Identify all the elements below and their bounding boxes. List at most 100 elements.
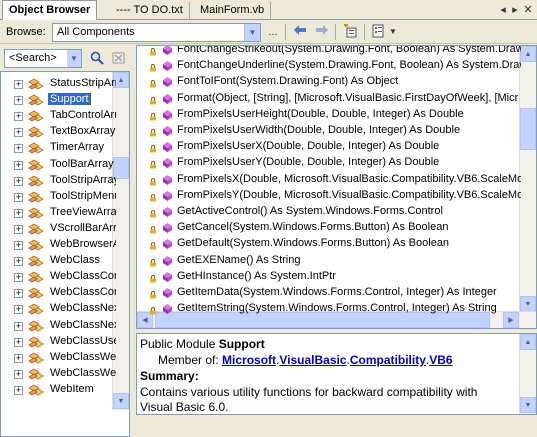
member-list-item[interactable]: FromPixelsUserWidth(Double, Double, Inte…	[137, 123, 521, 139]
tree-item[interactable]: + TabControlArr	[1, 108, 116, 124]
member-list-item[interactable]: FromPixelsY(Double, Microsoft.VisualBasi…	[137, 188, 521, 204]
tree-item[interactable]: + WebBrowserAr	[1, 237, 116, 253]
chevron-down-icon[interactable]: ▼	[388, 24, 398, 40]
tree-item[interactable]: + Support	[1, 92, 116, 108]
scroll-up-icon[interactable]: ▲	[520, 46, 536, 62]
expand-icon[interactable]: +	[14, 144, 23, 154]
scroll-up-icon[interactable]: ▲	[520, 334, 536, 350]
member-list-item[interactable]: Format(Object, [String], [Microsoft.Visu…	[137, 91, 521, 107]
class-icon	[28, 174, 44, 188]
expand-icon[interactable]: +	[14, 305, 23, 315]
tree-item[interactable]: + WebClass	[1, 253, 116, 269]
tree-item-label: WebClassNex	[50, 318, 116, 331]
expand-icon[interactable]: +	[14, 241, 23, 250]
expand-icon[interactable]: +	[14, 192, 23, 202]
expand-icon[interactable]: +	[14, 273, 23, 283]
expand-icon[interactable]: +	[14, 289, 23, 299]
member-list-item[interactable]: GetActiveControl() As System.Windows.For…	[137, 204, 521, 220]
tree-item[interactable]: + TextBoxArray	[1, 124, 116, 140]
members-pane[interactable]: ▲ ▼ ◀ ▶ FontChangeStrikeout(System.Drawi…	[136, 45, 537, 329]
expand-icon[interactable]: +	[14, 160, 23, 170]
member-list-item[interactable]: GetDefault(System.Windows.Forms.Button) …	[137, 236, 521, 252]
class-icon	[28, 158, 44, 172]
tab-todo-txt[interactable]: ---- TO DO.txt	[110, 2, 190, 20]
tab-mainform-vb[interactable]: MainForm.vb	[194, 2, 272, 20]
tree-item-label: VScrollBarArra	[50, 221, 116, 234]
expand-icon[interactable]: +	[14, 112, 23, 122]
member-list-item[interactable]: FromPixelsUserHeight(Double, Double, Int…	[137, 107, 521, 123]
tree-item[interactable]: + TreeViewArray	[1, 205, 116, 221]
tab-label: ---- TO DO.txt	[116, 4, 183, 16]
expand-icon[interactable]: +	[14, 128, 23, 138]
tree-item[interactable]: + WebClassNex	[1, 318, 116, 334]
class-icon	[28, 383, 44, 397]
member-list-item[interactable]: FromPixelsUserX(Double, Double, Integer)…	[137, 139, 521, 155]
close-icon[interactable]: ✕	[521, 3, 535, 17]
expand-icon[interactable]: +	[14, 176, 23, 186]
tree-item-label: ToolStripArray	[50, 173, 116, 186]
tree-item-label: WebClassCon	[50, 270, 116, 283]
tree-item[interactable]: + WebItem	[1, 382, 116, 398]
member-list-item[interactable]: FromPixelsX(Double, Microsoft.VisualBasi…	[137, 172, 521, 188]
scrollbar-thumb[interactable]	[520, 108, 536, 150]
back-button[interactable]	[291, 24, 309, 40]
member-list-item[interactable]: FontChangeUnderline(System.Drawing.Font,…	[137, 58, 521, 74]
tree-item[interactable]: + WebClassUse	[1, 334, 116, 350]
tree-item[interactable]: + TimerArray	[1, 140, 116, 156]
clear-search-icon	[112, 52, 125, 64]
scroll-down-icon[interactable]: ▼	[520, 397, 536, 413]
lock-icon	[149, 96, 157, 107]
tree-item[interactable]: + ToolBarArray	[1, 157, 116, 173]
namespace-link-compatibility[interactable]: Compatibility	[350, 353, 426, 367]
description-vertical-scrollbar[interactable]: ▲ ▼	[519, 334, 536, 414]
expand-icon[interactable]: +	[14, 321, 23, 331]
tree-item[interactable]: + WebClassWeb	[1, 366, 116, 382]
expand-icon[interactable]: +	[14, 257, 23, 267]
edit-custom-component-set-button[interactable]: ...	[264, 24, 282, 40]
toolbar-separator	[364, 24, 365, 40]
scroll-down-icon[interactable]: ▼	[520, 296, 536, 312]
member-list-item[interactable]: FontToIFont(System.Drawing.Font) As Obje…	[137, 74, 521, 90]
member-list-item[interactable]: GetItemData(System.Windows.Forms.Control…	[137, 285, 521, 301]
tree-item[interactable]: + WebClassWeb	[1, 350, 116, 366]
tree-item[interactable]: + ToolStripMenu	[1, 189, 116, 205]
objects-tree[interactable]: ▲ ▼ + StatusStripArr + Support + TabControlAr…	[0, 71, 130, 437]
expand-icon[interactable]: +	[14, 337, 23, 347]
expand-icon[interactable]: +	[14, 96, 23, 106]
tree-item[interactable]: + WebClassNex	[1, 301, 116, 317]
expand-icon[interactable]: +	[14, 208, 23, 218]
expand-icon[interactable]: +	[14, 369, 23, 379]
member-signature: GetCancel(System.Windows.Forms.Button) A…	[177, 221, 449, 234]
member-list-item[interactable]: GetItemString(System.Windows.Forms.Contr…	[137, 301, 521, 317]
namespace-link-vb6[interactable]: VB6	[429, 353, 452, 367]
clear-search-button[interactable]	[110, 51, 128, 67]
tree-item[interactable]: + StatusStripArr	[1, 76, 116, 92]
member-list-item[interactable]: FromPixelsUserY(Double, Double, Integer)…	[137, 155, 521, 171]
member-signature: FromPixelsY(Double, Microsoft.VisualBasi…	[177, 188, 521, 201]
member-list-item[interactable]: GetHInstance() As System.IntPtr	[137, 269, 521, 285]
member-list-item[interactable]: FontChangeStrikeout(System.Drawing.Font,…	[137, 46, 521, 58]
member-list-item[interactable]: GetEXEName() As String	[137, 253, 521, 269]
namespace-link-microsoft[interactable]: Microsoft	[222, 353, 276, 367]
browse-scope-dropdown[interactable]: All Components ▼	[52, 23, 261, 42]
expand-icon[interactable]: +	[14, 353, 23, 363]
ellipsis-label: ...	[268, 26, 278, 38]
scroll-tabs-right-icon[interactable]: ▸	[508, 3, 522, 17]
forward-button[interactable]	[313, 24, 331, 40]
browser-settings-button[interactable]	[371, 24, 389, 40]
lock-icon	[149, 79, 157, 90]
expand-icon[interactable]: +	[14, 80, 23, 89]
search-combobox[interactable]: <Search> ▼	[4, 49, 82, 68]
namespace-link-visualbasic[interactable]: VisualBasic	[279, 353, 346, 367]
expand-icon[interactable]: +	[14, 385, 23, 395]
members-vertical-scrollbar[interactable]: ▲ ▼	[519, 46, 536, 313]
tree-item[interactable]: + WebClassCon	[1, 285, 116, 301]
expand-icon[interactable]: +	[14, 224, 23, 234]
search-button[interactable]	[88, 51, 106, 67]
add-reference-button[interactable]	[342, 23, 360, 40]
tree-item[interactable]: + VScrollBarArra	[1, 221, 116, 237]
tab-object-browser[interactable]: Object Browser	[2, 0, 98, 21]
tree-item[interactable]: + ToolStripArray	[1, 173, 116, 189]
tree-item[interactable]: + WebClassCon	[1, 269, 116, 285]
member-list-item[interactable]: GetCancel(System.Windows.Forms.Button) A…	[137, 220, 521, 236]
